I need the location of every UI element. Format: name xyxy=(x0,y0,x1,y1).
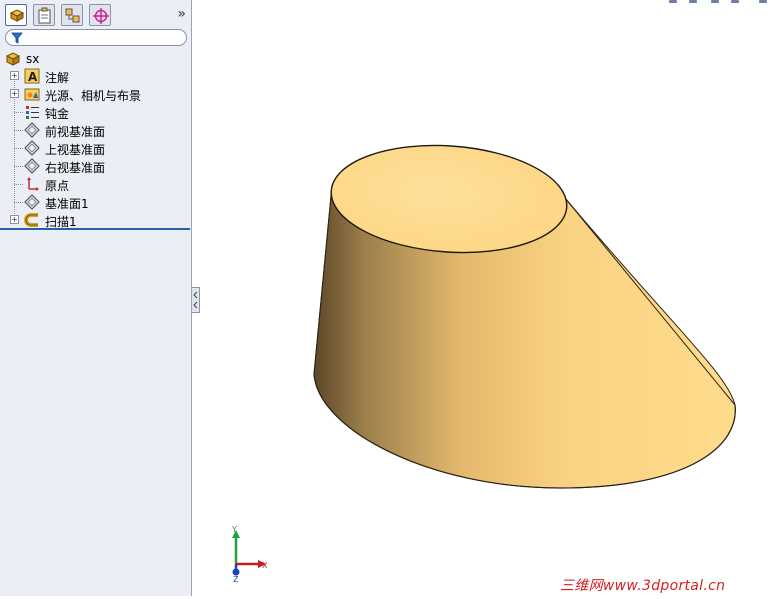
tree-item-material[interactable]: 钝金 xyxy=(0,103,190,121)
sweep-icon xyxy=(24,213,38,227)
annotations-icon: A xyxy=(24,68,40,84)
model-view xyxy=(313,144,736,489)
tree-item-label: 上视基准面 xyxy=(45,143,106,157)
filter-icon xyxy=(11,32,23,44)
tree-connector xyxy=(14,166,23,167)
tree-item-plane1[interactable]: 基准面1 xyxy=(0,193,190,211)
tree-item-label: 前视基准面 xyxy=(45,125,106,139)
tree-item-label: sx xyxy=(26,52,40,66)
origin-icon xyxy=(27,177,39,191)
manager-tab-strip: » xyxy=(0,0,192,28)
dimxpert-icon xyxy=(93,8,109,24)
tree-connector xyxy=(14,130,23,131)
rollback-bar[interactable] xyxy=(0,228,190,230)
tree-item-label: 右视基准面 xyxy=(45,161,106,175)
tree-item-right-plane[interactable]: 右视基准面 xyxy=(0,157,190,175)
tree-item-label: 基准面1 xyxy=(45,197,89,211)
heads-up-toolbar-fragment[interactable] xyxy=(663,0,780,6)
configurationmanager-tab[interactable] xyxy=(61,4,83,26)
plane-icon xyxy=(24,194,40,210)
tree-item-label: 原点 xyxy=(45,179,70,193)
expand-toggle-icon[interactable]: + xyxy=(10,215,19,224)
tree-connector xyxy=(14,148,23,149)
lights-cameras-scene-icon xyxy=(24,88,40,101)
expand-panel-icon[interactable]: » xyxy=(177,4,186,24)
tree-item-annotations[interactable]: + A 注解 xyxy=(0,67,190,85)
featuremanager-tab[interactable] xyxy=(5,4,27,26)
tree-connector xyxy=(14,202,23,203)
tree-item-lights-cameras-scene[interactable]: + 光源、相机与布景 xyxy=(0,85,190,103)
reference-triad: Y X Z xyxy=(231,525,268,584)
z-axis-label: Z xyxy=(233,575,239,584)
y-axis-label: Y xyxy=(231,525,237,534)
tree-item-label: 注解 xyxy=(45,71,70,85)
plane-icon xyxy=(24,158,40,174)
tree-item-part[interactable]: sx xyxy=(0,50,190,68)
tree-item-label: 钝金 xyxy=(45,107,70,121)
tree-item-front-plane[interactable]: 前视基准面 xyxy=(0,121,190,139)
dimxpert-tab[interactable] xyxy=(89,4,111,26)
tree-connector xyxy=(14,112,23,113)
tree-connector xyxy=(14,184,23,185)
tree-item-sweep1[interactable]: + 扫描1 xyxy=(0,211,190,229)
plane-icon xyxy=(24,140,40,156)
feature-manager-panel: » sx + A 注解 + 光源、相机与布景 钝金 前视基准面 上视基准面 右视… xyxy=(0,0,192,596)
expand-toggle-icon[interactable]: + xyxy=(10,89,19,98)
expand-toggle-icon[interactable]: + xyxy=(10,71,19,80)
watermark: 三维网www.3dportal.cn xyxy=(560,578,726,594)
configurationmanager-icon xyxy=(65,8,80,23)
graphics-area[interactable] xyxy=(193,0,780,596)
propertymanager-icon xyxy=(38,7,51,24)
svg-text:A: A xyxy=(28,70,38,84)
x-axis-label: X xyxy=(262,561,268,570)
tree-item-top-plane[interactable]: 上视基准面 xyxy=(0,139,190,157)
plane-icon xyxy=(24,122,40,138)
material-icon xyxy=(26,106,39,119)
filter-input[interactable] xyxy=(5,29,187,46)
featuremanager-icon xyxy=(9,9,25,22)
part-icon xyxy=(5,52,21,66)
tree-item-origin[interactable]: 原点 xyxy=(0,175,190,193)
propertymanager-tab[interactable] xyxy=(33,4,55,26)
tree-item-label: 光源、相机与布景 xyxy=(45,89,142,103)
